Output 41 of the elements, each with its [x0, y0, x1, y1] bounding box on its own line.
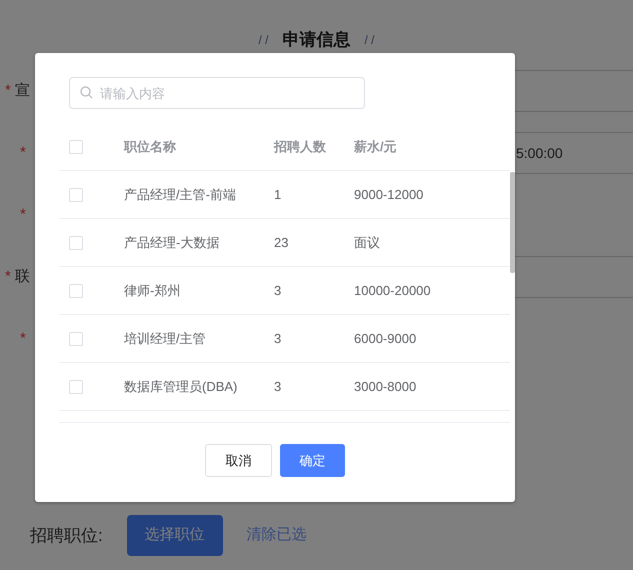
form-label: 宣 — [14, 82, 30, 99]
required-mark: * — [20, 206, 26, 223]
clear-selection-link[interactable]: 清除已选 — [246, 524, 307, 547]
select-all-checkbox[interactable] — [69, 140, 83, 154]
table-cell-text: 1 — [274, 186, 282, 204]
row-checkbox[interactable] — [69, 188, 83, 202]
table-cell-text: 9000-12000 — [354, 186, 424, 204]
table-cell-text: 10000-20000 — [354, 282, 431, 300]
required-mark: * — [5, 82, 11, 99]
table-cell-text: 律师-郑州 — [124, 282, 182, 300]
table-cell-text: 培训经理/主管 — [124, 330, 207, 348]
form-label: 招聘职位: — [30, 524, 103, 547]
title-decoration: / / — [258, 32, 268, 49]
table-cell-text: 3 — [274, 282, 282, 300]
table-cell-text: 面议 — [354, 234, 380, 252]
table-cell-text: 6000-9000 — [354, 330, 416, 348]
cancel-button[interactable]: 取消 — [205, 444, 272, 477]
search-field[interactable]: 请输入内容 — [69, 77, 365, 109]
required-mark: * — [20, 144, 26, 161]
table-cell-text: 3 — [274, 330, 282, 348]
row-checkbox[interactable] — [69, 380, 83, 394]
table-cell-text: 23 — [274, 234, 290, 252]
row-checkbox[interactable] — [69, 236, 83, 250]
table-cell-text: 3 — [274, 378, 282, 396]
table-cell-text: 3000-8000 — [354, 378, 416, 396]
row-checkbox[interactable] — [69, 332, 83, 346]
required-mark: * — [20, 330, 26, 347]
confirm-button[interactable]: 确定 — [280, 444, 345, 477]
choose-position-button[interactable]: 选择职位 — [126, 515, 223, 556]
column-header: 招聘人数 — [274, 138, 327, 156]
required-mark: * — [5, 268, 11, 285]
table-cell-text: 数据库管理员(DBA) — [124, 378, 238, 396]
column-header: 职位名称 — [124, 138, 177, 156]
table-cell-text: 产品经理/主管-前端 — [124, 186, 237, 204]
section-title: 申请信息 — [282, 29, 350, 52]
title-decoration: / / — [364, 32, 375, 49]
scrollbar-thumb[interactable] — [510, 172, 515, 273]
table-cell-text: 产品经理-大数据 — [124, 234, 220, 252]
column-header: 薪水/元 — [354, 138, 397, 156]
row-checkbox[interactable] — [69, 284, 83, 298]
form-label: 联 — [14, 268, 30, 285]
